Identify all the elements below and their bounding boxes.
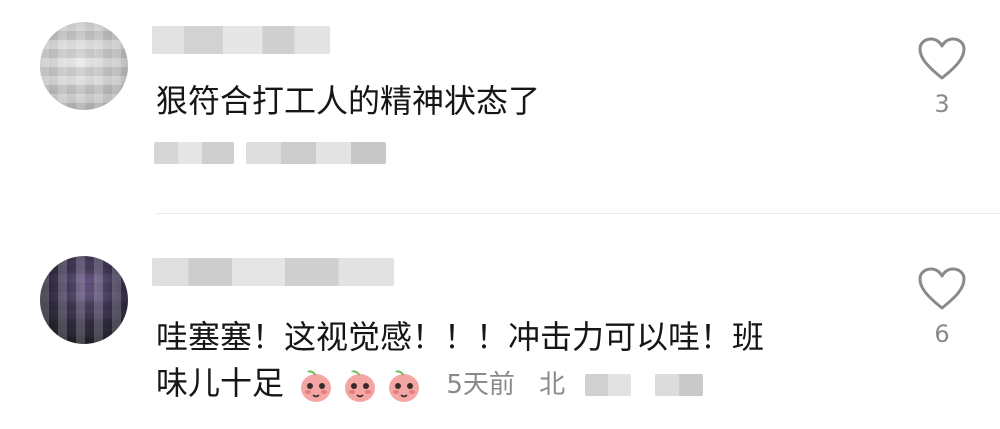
peach-emoji-icon bbox=[340, 366, 380, 404]
comment-time: 5天前 bbox=[446, 370, 515, 400]
avatar[interactable] bbox=[40, 22, 128, 110]
heart-icon bbox=[918, 37, 966, 80]
username-blurred[interactable] bbox=[152, 258, 394, 286]
location-blurred bbox=[585, 374, 632, 396]
location-prefix: 北 bbox=[539, 370, 566, 400]
like-count: 6 bbox=[934, 320, 950, 348]
like-count: 3 bbox=[934, 90, 950, 118]
emoji-group bbox=[296, 366, 424, 404]
comment-text-tail: 味儿十足 bbox=[156, 364, 285, 402]
peach-emoji-icon bbox=[296, 366, 336, 404]
avatar[interactable] bbox=[40, 256, 128, 344]
comment-text: 狠符合打工人的精神状态了 bbox=[156, 82, 541, 120]
time-blurred bbox=[154, 142, 234, 164]
comment-text: 哇塞塞！这视觉感！！！冲击力可以哇！班 味儿十足 5天前 北 bbox=[156, 314, 876, 408]
reply-button-blurred[interactable] bbox=[655, 374, 704, 396]
username-blurred[interactable] bbox=[152, 26, 330, 54]
comment-text-line-with-meta: 味儿十足 5天前 北 bbox=[156, 360, 876, 408]
meta-blurred bbox=[246, 142, 386, 164]
comment-text-line: 哇塞塞！这视觉感！！！冲击力可以哇！班 bbox=[156, 318, 765, 356]
comment-item: 哇塞塞！这视觉感！！！冲击力可以哇！班 味儿十足 5天前 北 6 bbox=[0, 214, 1000, 429]
peach-emoji-icon bbox=[384, 366, 424, 404]
comment-item: 狠符合打工人的精神状态了 3 bbox=[0, 0, 1000, 213]
like-button[interactable]: 3 bbox=[914, 36, 970, 118]
like-button[interactable]: 6 bbox=[914, 266, 970, 348]
heart-icon bbox=[918, 267, 966, 310]
